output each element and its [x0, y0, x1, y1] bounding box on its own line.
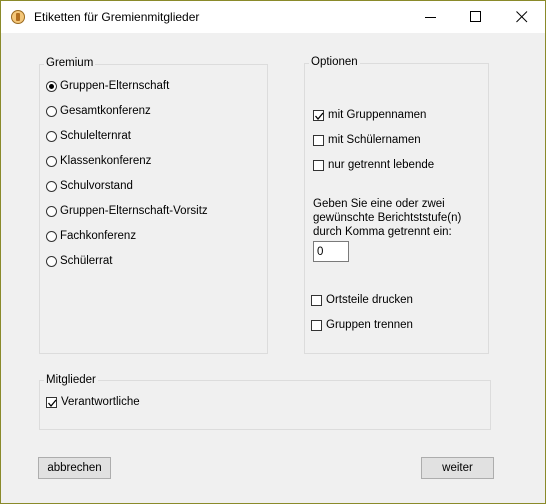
close-icon — [516, 11, 528, 23]
radio-button[interactable] — [46, 255, 57, 267]
radio-button[interactable] — [46, 130, 57, 142]
radio-button[interactable] — [46, 155, 57, 167]
checkbox-nur-getrennt-lebende[interactable]: nur getrennt lebende — [313, 157, 434, 173]
radio-label: Schülerrat — [60, 255, 113, 267]
radio-label: Gruppen-Elternschaft — [60, 80, 170, 92]
berichtsstufe-input[interactable] — [313, 241, 349, 262]
checkbox-gruppen-trennen[interactable]: Gruppen trennen — [311, 317, 413, 333]
checkbox[interactable] — [311, 294, 322, 306]
checkbox[interactable] — [313, 109, 324, 121]
checkbox-label: nur getrennt lebende — [328, 159, 435, 171]
radio-label: Gruppen-Elternschaft-Vorsitz — [60, 205, 208, 217]
radio-label: Schulvorstand — [60, 180, 133, 192]
stufe-prompt-line-3: durch Komma getrennt ein: — [313, 226, 452, 238]
checkbox-mit-gruppennamen[interactable]: mit Gruppennamen — [313, 107, 426, 123]
checkbox-mit-schuelernamen[interactable]: mit Schülernamen — [313, 132, 421, 148]
checkbox-label: mit Schülernamen — [328, 134, 421, 146]
maximize-icon — [470, 11, 481, 22]
optionen-group-title: Optionen — [309, 56, 360, 68]
checkbox[interactable] — [313, 159, 324, 171]
radio-gruppen-elternschaft[interactable]: Gruppen-Elternschaft — [46, 78, 169, 94]
maximize-button[interactable] — [453, 1, 499, 33]
radio-label: Klassenkonferenz — [60, 155, 152, 167]
checkbox-ortsteile-drucken[interactable]: Ortsteile drucken — [311, 292, 413, 308]
checkmark-icon — [315, 112, 324, 120]
minimize-icon — [425, 17, 436, 18]
radio-button[interactable] — [46, 230, 57, 242]
checkmark-icon — [48, 399, 57, 407]
checkbox-verantwortliche[interactable]: Verantwortliche — [46, 394, 140, 410]
stufe-prompt-line-2: gewünschte Berichtststufe(n) — [313, 212, 462, 224]
window-title: Etiketten für Gremienmitglieder — [34, 10, 200, 24]
minimize-button[interactable] — [408, 1, 454, 33]
checkbox[interactable] — [46, 396, 57, 408]
gremium-group-title: Gremium — [44, 57, 96, 69]
app-icon — [11, 10, 25, 24]
radio-gesamtkonferenz[interactable]: Gesamtkonferenz — [46, 103, 151, 119]
close-button[interactable] — [499, 1, 545, 33]
checkbox[interactable] — [311, 319, 322, 331]
radio-button[interactable] — [46, 105, 57, 117]
checkbox-label: Gruppen trennen — [326, 319, 413, 331]
next-button[interactable]: weiter — [421, 457, 494, 479]
radio-fachkonferenz[interactable]: Fachkonferenz — [46, 228, 136, 244]
checkbox-label: mit Gruppennamen — [328, 109, 427, 121]
radio-label: Fachkonferenz — [60, 230, 137, 242]
stufe-prompt-line-1: Geben Sie eine oder zwei — [313, 198, 445, 210]
cancel-button[interactable]: abbrechen — [38, 457, 111, 479]
radio-schulelternrat[interactable]: Schulelternrat — [46, 128, 131, 144]
radio-label: Schulelternrat — [60, 130, 131, 142]
radio-gruppen-elternschaft-vorsitz[interactable]: Gruppen-Elternschaft-Vorsitz — [46, 203, 208, 219]
radio-label: Gesamtkonferenz — [60, 105, 151, 117]
title-bar: Etiketten für Gremienmitglieder — [1, 1, 545, 33]
radio-schulvorstand[interactable]: Schulvorstand — [46, 178, 133, 194]
radio-schuelerrat[interactable]: Schülerrat — [46, 253, 112, 269]
checkbox-label: Verantwortliche — [61, 396, 140, 408]
checkbox[interactable] — [313, 134, 324, 146]
radio-klassenkonferenz[interactable]: Klassenkonferenz — [46, 153, 151, 169]
radio-button[interactable] — [46, 180, 57, 192]
dialog-window: Etiketten für Gremienmitglieder Gremium … — [0, 0, 546, 504]
radio-button[interactable] — [46, 80, 57, 92]
mitglieder-group-title: Mitglieder — [44, 374, 98, 386]
radio-button[interactable] — [46, 205, 57, 217]
checkbox-label: Ortsteile drucken — [326, 294, 413, 306]
